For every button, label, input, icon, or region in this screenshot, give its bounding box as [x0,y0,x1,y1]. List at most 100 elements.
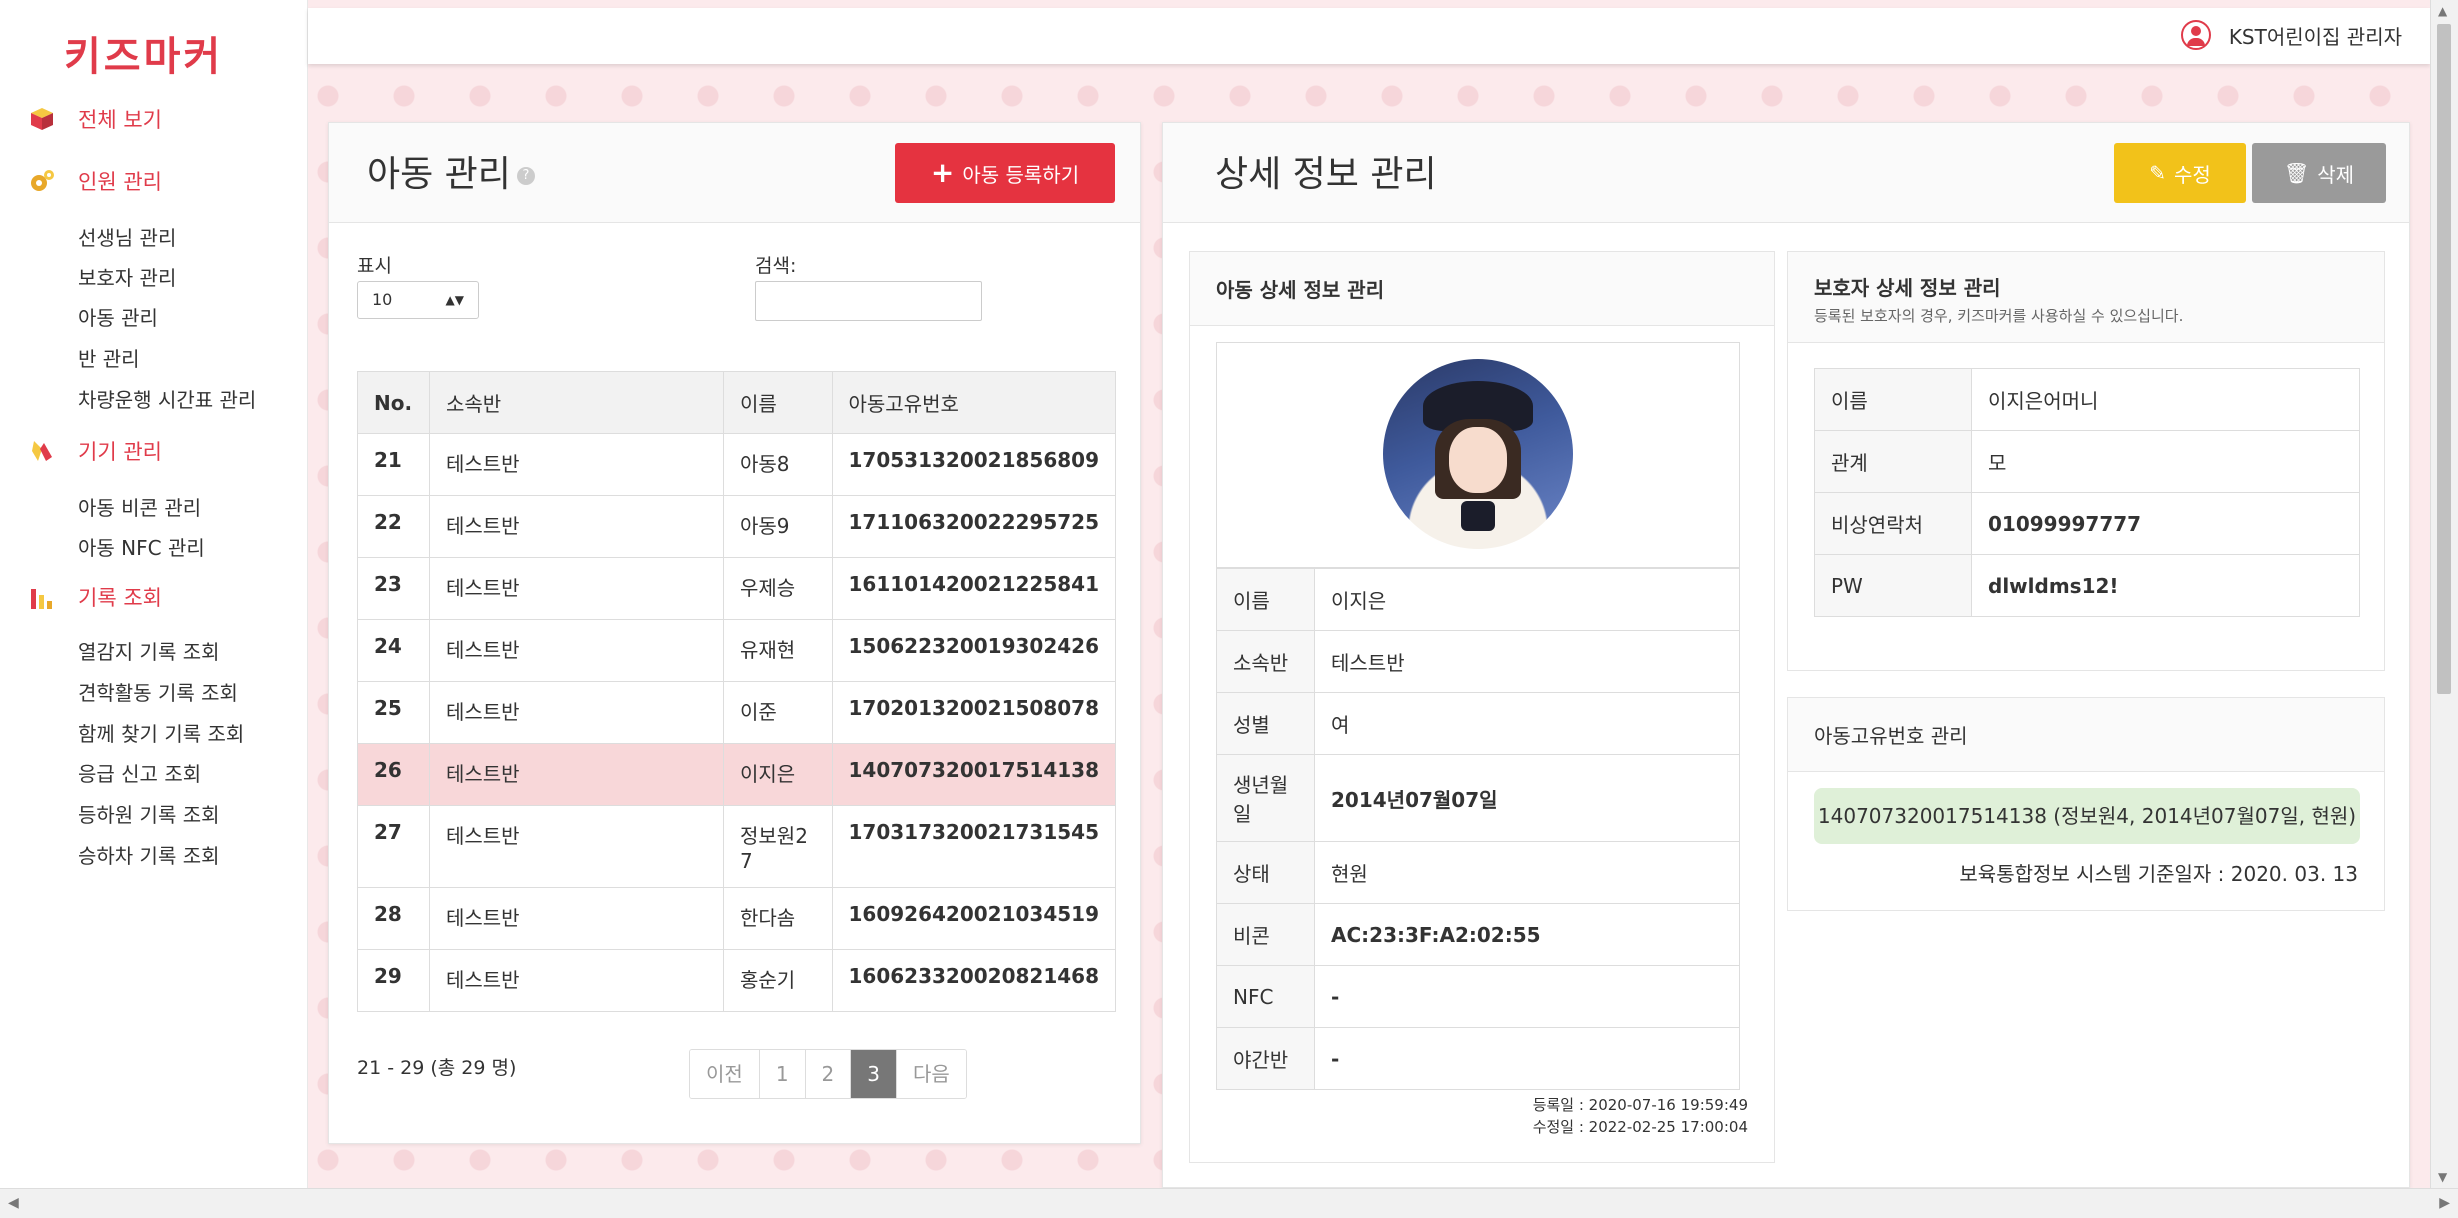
page-size-label: 표시 [357,255,392,277]
sidebar-item-classes[interactable]: 반 관리 [78,343,140,372]
col-header-name[interactable]: 이름 [723,371,833,434]
scroll-right-icon[interactable]: ▶ [2439,1195,2450,1211]
delete-button[interactable]: 🗑 삭제 [2252,143,2386,203]
cell-code: 171106320022295725 [831,495,1116,558]
sidebar-item-field-trip-records[interactable]: 견학활동 기록 조회 [78,677,238,706]
bar-chart-icon [31,589,52,609]
col-header-no[interactable]: No. [357,371,430,434]
table-row[interactable]: 23 테스트반 우제승 161101420021225841 [357,557,1116,620]
table-row[interactable]: 22 테스트반 아동9 171106320022295725 [357,495,1116,558]
pager-page-1[interactable]: 1 [759,1050,806,1098]
col-header-class[interactable]: 소속반 [428,371,725,434]
table-row[interactable]: 26 테스트반 이지은 140707320017514138 [357,743,1116,806]
help-icon[interactable]: ? [516,167,535,185]
cell-class: 테스트반 [428,887,725,950]
sidebar-item-teachers[interactable]: 선생님 관리 [78,222,176,251]
panel-header: 아동 관리? + 아동 등록하기 [329,123,1140,223]
user-menu[interactable]: KST어린이집 관리자 [2180,20,2402,50]
child-photo-face [1449,427,1507,493]
cell-code: 160926420021034519 [831,887,1116,950]
cell-code: 170531320021856809 [831,433,1116,496]
code-mgmt-panel: 아동고유번호 관리 140707320017514138 (정보원4, 2014… [1787,697,2385,911]
code-mgmt-header: 아동고유번호 관리 [1788,698,2384,772]
field-label: 이름 [1814,368,1972,431]
cell-no: 24 [357,619,430,682]
sidebar-item-children[interactable]: 아동 관리 [78,302,158,331]
pager-next[interactable]: 다음 [897,1050,966,1098]
field-value: 모 [1971,430,2360,493]
cell-no: 25 [357,681,430,744]
field-label: 생년월일 [1216,754,1315,842]
detail-panel: 상세 정보 관리 ✎ 수정 🗑 삭제 아동 상세 정보 관리 이름 이지은 소속반 테… [1162,122,2410,1188]
sidebar-section-devices[interactable]: 기기 관리 [28,436,162,466]
table-row[interactable]: 27 테스트반 정보원27 170317320021731545 [357,805,1116,888]
cell-code: 150622320019302426 [831,619,1116,682]
field-label: 성별 [1216,692,1315,755]
sidebar: 키즈마커 전체 보기 인원 관리 선생님 관리 보호자 관리 아동 관리 반 관… [0,0,308,1218]
field-label: 상태 [1216,841,1315,904]
cell-class: 테스트반 [428,805,725,888]
sidebar-section-label: 기록 조회 [78,586,162,610]
sidebar-item-beacon[interactable]: 아동 비콘 관리 [78,492,201,521]
scroll-left-icon[interactable]: ◀ [8,1195,19,1211]
sidebar-item-attendance-records[interactable]: 등하원 기록 조회 [78,799,220,828]
user-icon [2180,20,2211,50]
guardian-detail-title: 보호자 상세 정보 관리 [1814,276,2001,300]
sidebar-item-boarding-records[interactable]: 승하차 기록 조회 [78,840,220,869]
page-size-select[interactable]: 10 ▲▼ [357,281,479,319]
sidebar-section-overview[interactable]: 전체 보기 [28,104,162,134]
pager-prev[interactable]: 이전 [690,1050,760,1098]
sidebar-section-people[interactable]: 인원 관리 [28,166,162,196]
cell-code: 161101420021225841 [831,557,1116,620]
sidebar-item-vehicle-schedule[interactable]: 차량운행 시간표 관리 [78,384,256,413]
guardian-detail-table: 이름 이지은어머니 관계 모 비상연락처 01099997777 PW dlwldms12! [1814,368,2360,617]
children-list-panel: 아동 관리? + 아동 등록하기 표시 10 ▲▼ 검색: No. 소속반 이름… [328,122,1141,1144]
logo[interactable]: 키즈마커 [64,24,223,82]
edit-button[interactable]: ✎ 수정 [2114,143,2246,203]
field-label: 비콘 [1216,903,1315,966]
detail-row: 소속반 테스트반 [1216,630,1740,693]
pagination: 이전 1 2 3 다음 [689,1049,967,1099]
list-summary: 21 - 29 (총 29 명) [357,1057,517,1079]
child-detail-header: 아동 상세 정보 관리 [1190,252,1774,326]
table-row[interactable]: 24 테스트반 유재현 150622320019302426 [357,619,1116,682]
detail-title: 상세 정보 관리 [1215,154,1437,195]
delete-button-label: 삭제 [2317,162,2355,187]
pager-page-2[interactable]: 2 [805,1050,852,1098]
detail-row: 이름 이지은어머니 [1814,368,2360,431]
horizontal-scrollbar[interactable]: ◀ ▶ [0,1188,2458,1218]
add-child-button[interactable]: + 아동 등록하기 [895,143,1115,203]
sidebar-item-search-together-records[interactable]: 함께 찾기 기록 조회 [78,718,244,747]
child-photo-cell [1216,342,1740,568]
pager-page-3[interactable]: 3 [851,1050,898,1098]
field-label: PW [1814,554,1972,617]
search-input[interactable] [755,281,982,321]
table-row[interactable]: 25 테스트반 이준 170201320021508078 [357,681,1116,744]
page-title: 아동 관리? [367,145,535,197]
field-label: 관계 [1814,430,1972,493]
vertical-scroll-thumb[interactable] [2437,24,2451,694]
child-photo [1383,359,1573,549]
gear-icon [31,170,54,191]
vertical-scrollbar[interactable]: ▲ ▼ [2430,0,2458,1188]
cell-no: 26 [357,743,430,806]
children-table: No. 소속반 이름 아동고유번호 21 테스트반 아동8 1705313200218… [357,371,1116,1012]
cell-class: 테스트반 [428,949,725,1012]
table-row[interactable]: 28 테스트반 한다솜 160926420021034519 [357,887,1116,950]
sidebar-item-nfc[interactable]: 아동 NFC 관리 [78,532,205,561]
cell-class: 테스트반 [428,433,725,496]
user-label: KST어린이집 관리자 [2228,24,2402,49]
sidebar-item-fever-records[interactable]: 열감지 기록 조회 [78,636,220,665]
table-row[interactable]: 21 테스트반 아동8 170531320021856809 [357,433,1116,496]
search-label: 검색: [755,255,797,277]
table-row[interactable]: 29 테스트반 홍순기 160623320020821468 [357,949,1116,1012]
table-header-row: No. 소속반 이름 아동고유번호 [357,371,1116,434]
guardian-detail-panel: 보호자 상세 정보 관리 등록된 보호자의 경우, 키즈마커를 사용하실 수 있… [1787,251,2385,671]
sidebar-item-emergency-reports[interactable]: 응급 신고 조회 [78,758,201,787]
scroll-up-icon[interactable]: ▲ [2438,4,2447,18]
scroll-down-icon[interactable]: ▼ [2438,1170,2447,1184]
col-header-code[interactable]: 아동고유번호 [831,371,1116,434]
sidebar-section-records[interactable]: 기록 조회 [28,582,162,612]
detail-row: 상태 현원 [1216,841,1740,904]
sidebar-item-guardians[interactable]: 보호자 관리 [78,262,176,291]
